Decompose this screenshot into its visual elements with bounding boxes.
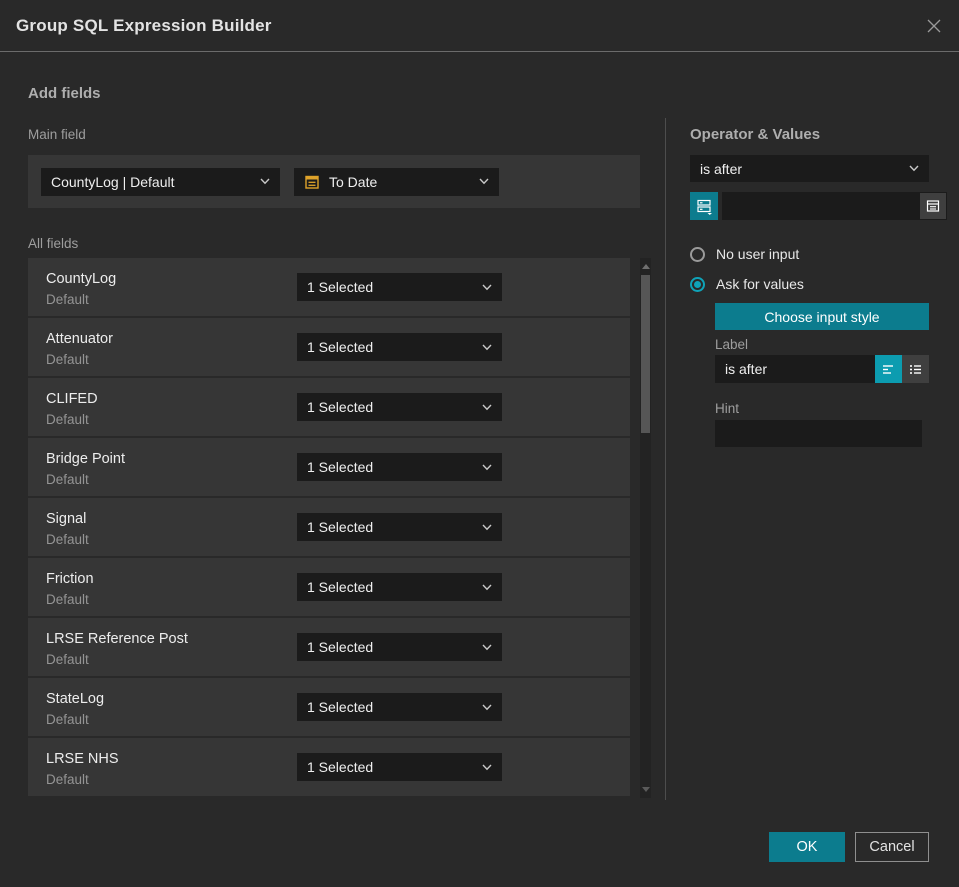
vertical-divider [665,118,666,800]
list-item: Bridge Point Default 1 Selected [28,438,630,496]
input-type-button[interactable] [690,192,718,220]
list-item: Attenuator Default 1 Selected [28,318,630,376]
chevron-down-icon [482,763,492,771]
field-selected-dropdown-value: 1 Selected [307,399,374,415]
all-fields-list: CountyLog Default 1 Selected Attenuator … [28,258,630,798]
radio-icon [690,246,705,262]
dialog-title: Group SQL Expression Builder [16,15,272,35]
scroll-down-arrow-icon[interactable] [642,787,650,792]
radio-option-ask-for-values[interactable]: Ask for values [690,276,804,292]
date-value-input[interactable] [722,192,919,220]
value-row [690,192,947,220]
date-value-field [722,192,947,220]
field-selected-dropdown[interactable]: 1 Selected [297,633,502,661]
chevron-down-icon [482,343,492,351]
chevron-down-icon [482,283,492,291]
all-fields-label: All fields [28,236,79,251]
ok-button[interactable]: OK [769,832,845,862]
calendar-icon [304,174,320,190]
chevron-down-icon [482,403,492,411]
list-item: LRSE NHS Default 1 Selected [28,738,630,796]
field-selected-dropdown-value: 1 Selected [307,639,374,655]
hint-input[interactable] [715,420,922,447]
radio-icon [690,276,705,292]
chevron-down-icon [482,643,492,651]
operator-select-value: is after [700,160,743,177]
main-field-type-value: To Date [329,173,378,190]
cancel-button[interactable]: Cancel [855,832,929,862]
operator-values-heading: Operator & Values [690,126,821,143]
text-input-style-icon [883,364,893,374]
chevron-down-icon [260,178,270,185]
list-input-style-icon [910,364,921,374]
main-field-select[interactable]: CountyLog | Default [41,167,280,196]
hint-field-label: Hint [715,401,740,416]
chevron-down-icon [482,463,492,471]
list-item: CLIFED Default 1 Selected [28,378,630,436]
field-selected-dropdown[interactable]: 1 Selected [297,513,502,541]
main-field-type-select[interactable]: To Date [294,167,499,196]
list-scrollbar[interactable] [640,258,651,798]
date-picker-button[interactable] [920,193,946,219]
choose-input-style-button[interactable]: Choose input style [715,303,929,330]
close-button[interactable] [923,15,945,37]
list-item: LRSE Reference Post Default 1 Selected [28,618,630,676]
chevron-down-icon [909,165,919,172]
field-selected-dropdown-value: 1 Selected [307,519,374,535]
chevron-down-icon [479,178,489,185]
list-input-style-toggle[interactable] [902,355,929,383]
list-item: CountyLog Default 1 Selected [28,258,630,316]
field-selected-dropdown[interactable]: 1 Selected [297,753,502,781]
main-field-label: Main field [28,127,86,142]
list-item: StateLog Default 1 Selected [28,678,630,736]
scrollbar-thumb[interactable] [641,275,650,433]
radio-label: No user input [716,246,800,262]
field-selected-dropdown[interactable]: 1 Selected [297,393,502,421]
operator-select[interactable]: is after [690,155,929,182]
dialog-header: Group SQL Expression Builder [0,0,959,52]
text-input-style-toggle[interactable] [875,355,902,383]
field-selected-dropdown-value: 1 Selected [307,579,374,595]
list-item: Friction Default 1 Selected [28,558,630,616]
label-input[interactable] [715,355,875,383]
field-selected-dropdown[interactable]: 1 Selected [297,333,502,361]
scroll-up-arrow-icon[interactable] [642,264,650,269]
chevron-down-icon [482,703,492,711]
close-icon [927,19,941,33]
field-selected-dropdown[interactable]: 1 Selected [297,693,502,721]
field-selected-dropdown[interactable]: 1 Selected [297,453,502,481]
field-selected-dropdown[interactable]: 1 Selected [297,573,502,601]
radio-label: Ask for values [716,276,804,292]
input-type-icon [696,199,712,215]
field-selected-dropdown-value: 1 Selected [307,459,374,475]
chevron-down-icon [482,583,492,591]
main-field-select-value: CountyLog | Default [51,173,175,190]
list-item: Signal Default 1 Selected [28,498,630,556]
field-selected-dropdown-value: 1 Selected [307,279,374,295]
group-sql-expression-builder-dialog: Group SQL Expression Builder Add fields … [0,0,959,887]
main-field-panel: CountyLog | Default To Date [28,155,640,208]
add-fields-heading: Add fields [28,85,101,102]
radio-option-no-user-input[interactable]: No user input [690,246,799,262]
field-selected-dropdown-value: 1 Selected [307,339,374,355]
label-field-label: Label [715,337,749,352]
label-input-row [715,355,929,383]
calendar-icon [926,200,940,212]
field-selected-dropdown-value: 1 Selected [307,759,374,775]
field-selected-dropdown[interactable]: 1 Selected [297,273,502,301]
chevron-down-icon [482,523,492,531]
field-selected-dropdown-value: 1 Selected [307,699,374,715]
